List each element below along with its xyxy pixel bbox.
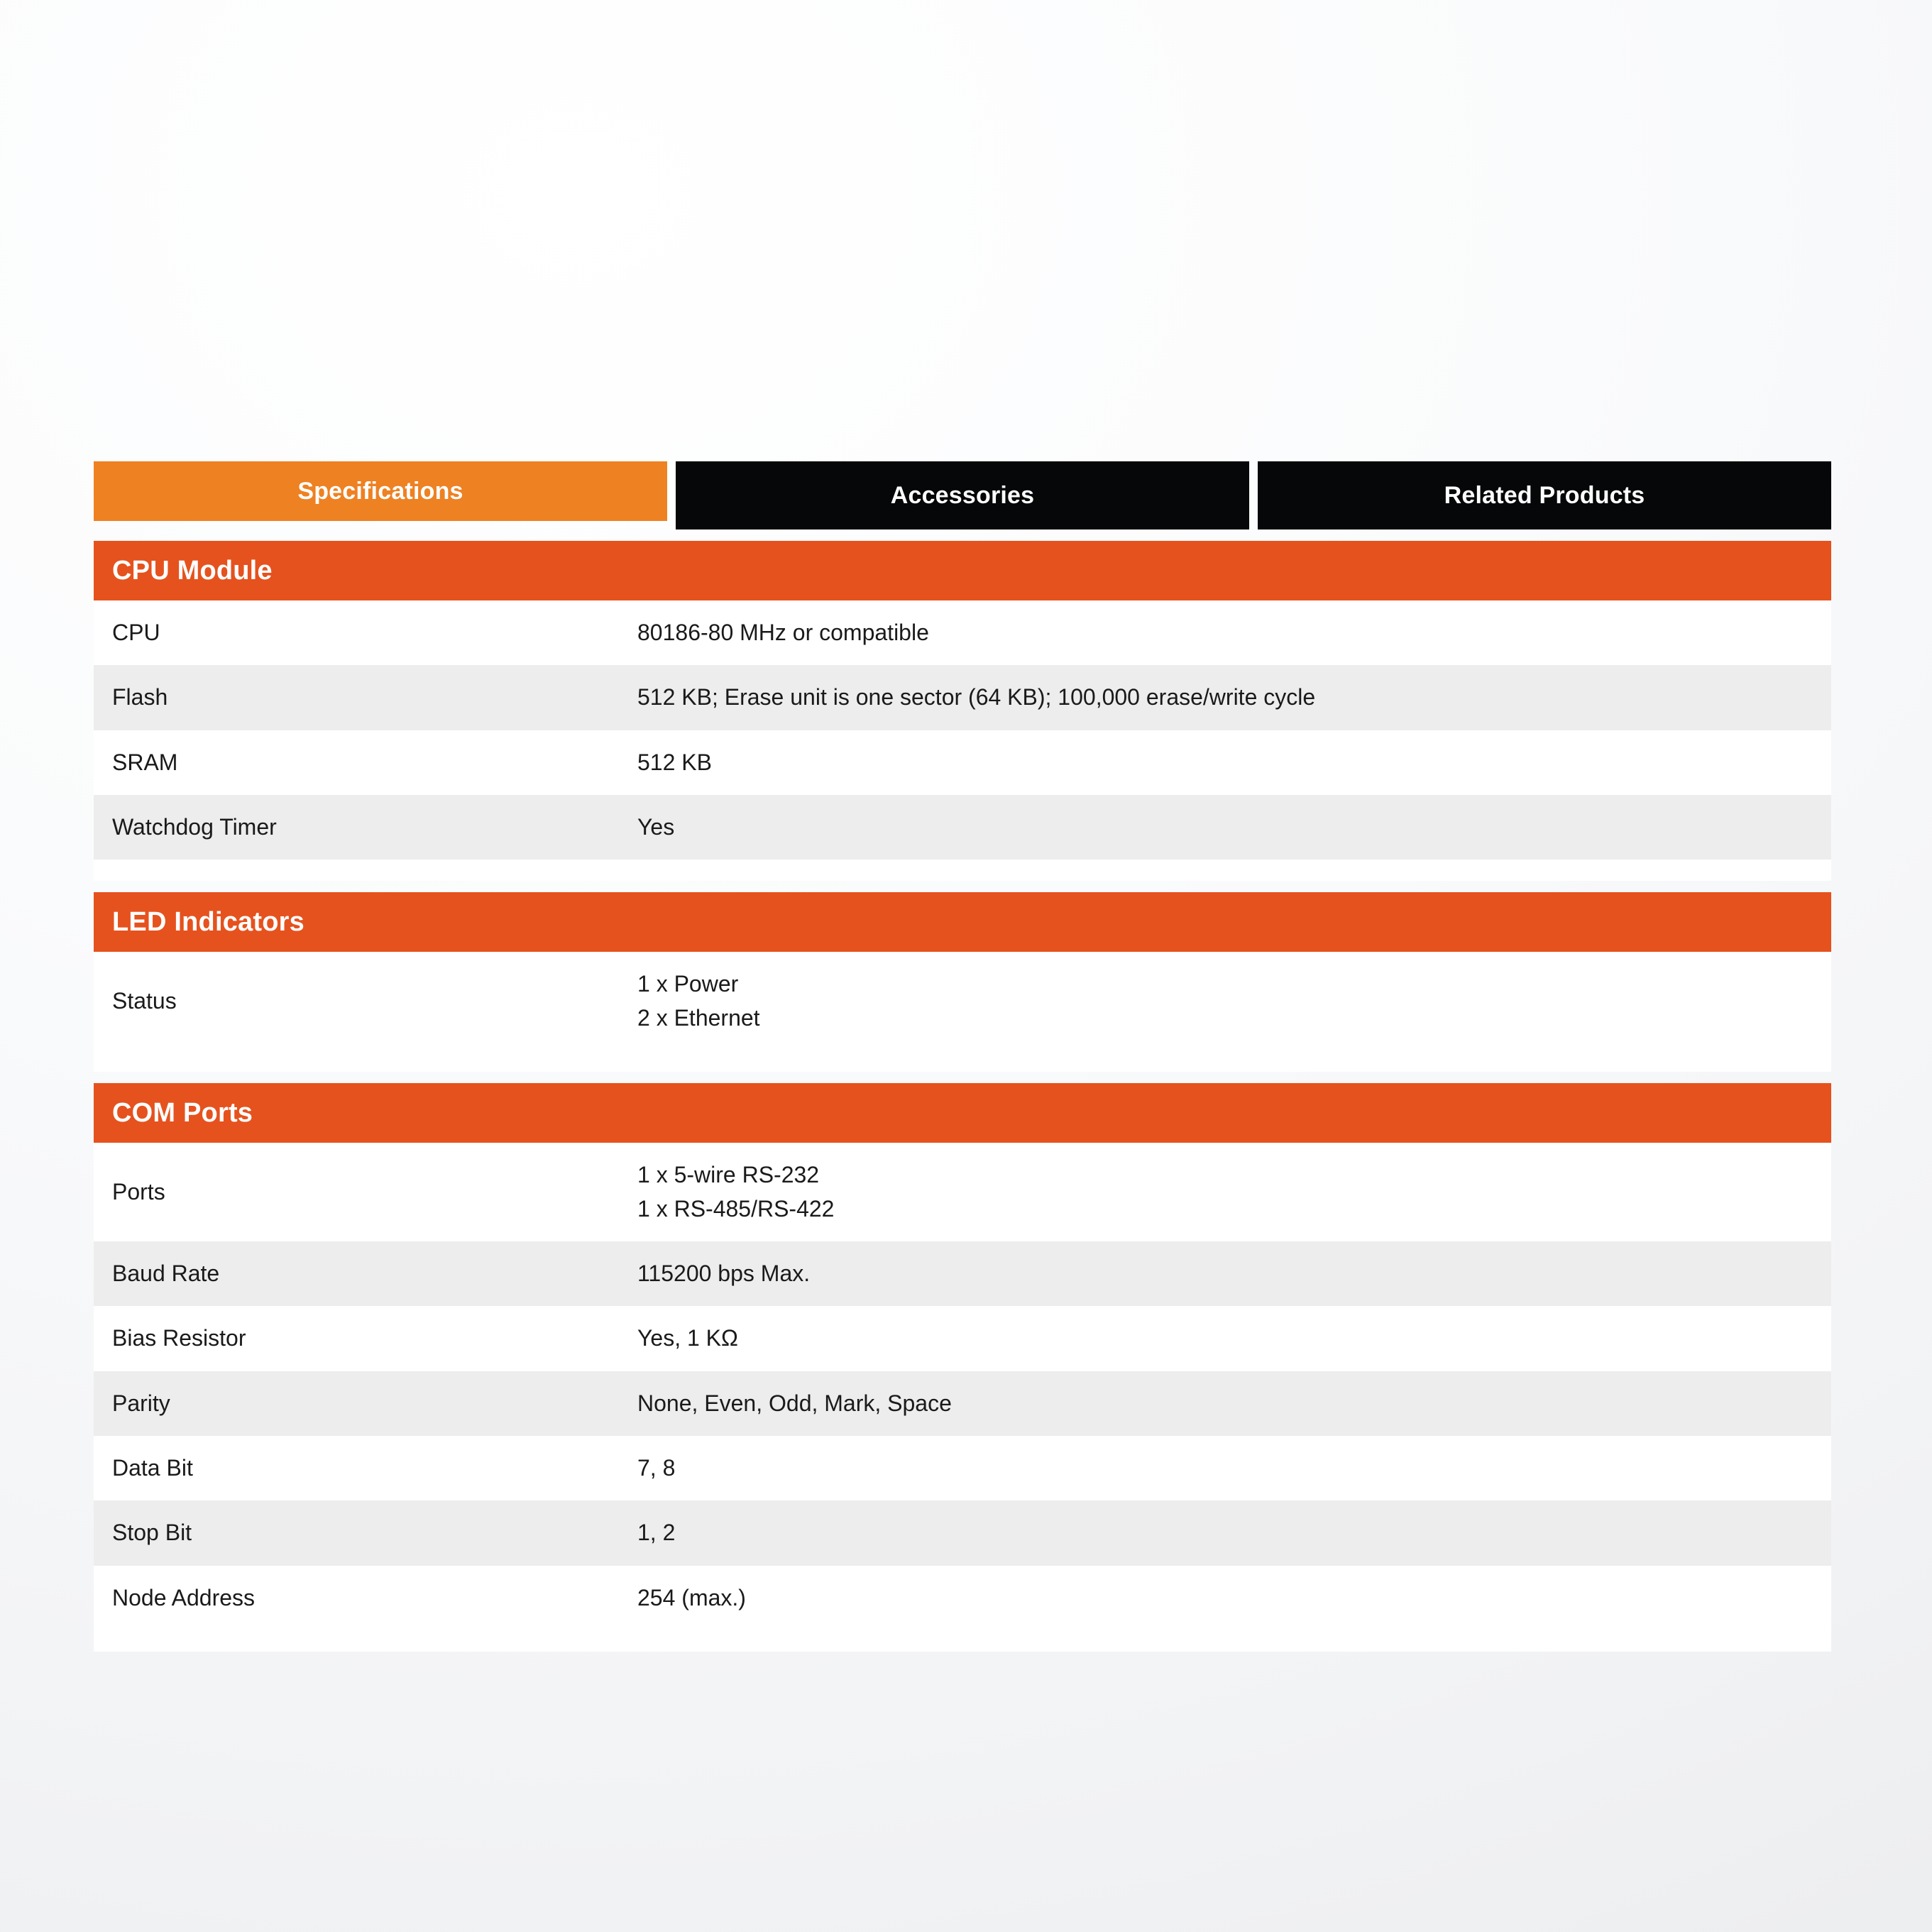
spec-label: SRAM xyxy=(112,749,178,775)
tab-label: Accessories xyxy=(890,481,1035,509)
spec-value-text: 80186-80 MHz or compatible xyxy=(637,620,929,645)
spec-value: Yes xyxy=(619,795,1831,860)
spec-value-text: 512 KB xyxy=(637,749,712,775)
section-header: CPU Module xyxy=(94,541,1831,600)
section-filler xyxy=(94,860,1831,882)
spec-value: 512 KB; Erase unit is one sector (64 KB)… xyxy=(619,665,1831,730)
section-title: COM Ports xyxy=(112,1097,253,1128)
spec-label: Flash xyxy=(112,684,168,710)
spec-table: Ports 1 x 5-wire RS-232 1 x RS-485/RS-422… xyxy=(94,1143,1831,1631)
spec-table: Status 1 x Power 2 x Ethernet xyxy=(94,952,1831,1051)
table-row: Stop Bit 1, 2 xyxy=(94,1500,1831,1566)
table-row: Status 1 x Power 2 x Ethernet xyxy=(94,952,1831,1051)
spec-section: LED Indicators Status 1 x Power 2 x Ethern… xyxy=(94,892,1831,1072)
spec-label: Baud Rate xyxy=(112,1260,220,1286)
spec-label: Bias Resistor xyxy=(112,1325,246,1351)
table-row: SRAM 512 KB xyxy=(94,730,1831,796)
spec-value: 115200 bps Max. xyxy=(619,1241,1831,1306)
section-filler xyxy=(94,1630,1831,1652)
tab-bar: Specifications Accessories Related Product… xyxy=(94,461,1831,529)
table-row: Node Address 254 (max.) xyxy=(94,1565,1831,1631)
spec-value: 1 x 5-wire RS-232 1 x RS-485/RS-422 xyxy=(619,1143,1831,1241)
spec-label: Data Bit xyxy=(112,1454,193,1481)
spec-value-text: 115200 bps Max. xyxy=(637,1260,811,1286)
section-header: LED Indicators xyxy=(94,892,1831,953)
spec-value-text: 1 x 5-wire RS-232 1 x RS-485/RS-422 xyxy=(637,1162,835,1222)
spec-label: Ports xyxy=(112,1178,165,1204)
section-title: CPU Module xyxy=(112,555,273,586)
spec-label: Stop Bit xyxy=(112,1520,192,1546)
table-row: Ports 1 x 5-wire RS-232 1 x RS-485/RS-422 xyxy=(94,1143,1831,1241)
spec-value: Yes, 1 KΩ xyxy=(619,1306,1831,1371)
tab-accessories[interactable]: Accessories xyxy=(676,461,1249,529)
table-row: Watchdog Timer Yes xyxy=(94,795,1831,860)
spec-label: Watchdog Timer xyxy=(112,814,277,840)
spec-value-text: 1 x Power 2 x Ethernet xyxy=(637,971,760,1031)
spec-value: 512 KB xyxy=(619,730,1831,795)
spec-section: COM Ports Ports 1 x 5-wire RS-232 1 x RS-4… xyxy=(94,1083,1831,1652)
spec-value: 1 x Power 2 x Ethernet xyxy=(619,952,1831,1050)
spec-value: None, Even, Odd, Mark, Space xyxy=(619,1371,1831,1436)
table-row: Flash 512 KB; Erase unit is one sector (6… xyxy=(94,665,1831,730)
section-title: LED Indicators xyxy=(112,906,304,937)
table-row: Data Bit 7, 8 xyxy=(94,1435,1831,1501)
spec-sections: CPU Module CPU 80186-80 MHz or compatible F… xyxy=(94,541,1831,1652)
spec-label: Parity xyxy=(112,1390,170,1416)
tab-specifications[interactable]: Specifications xyxy=(94,461,667,521)
spec-value: 1, 2 xyxy=(619,1500,1831,1565)
section-filler xyxy=(94,1050,1831,1072)
spec-value-text: 7, 8 xyxy=(637,1454,676,1481)
spec-table: CPU 80186-80 MHz or compatible Flash 512 KB… xyxy=(94,600,1831,860)
spec-value-text: 512 KB; Erase unit is one sector (64 KB)… xyxy=(637,684,1316,710)
spec-value-text: Yes, 1 KΩ xyxy=(637,1325,738,1351)
spec-value-text: 1, 2 xyxy=(637,1520,676,1546)
spec-value: 7, 8 xyxy=(619,1436,1831,1500)
table-row: Baud Rate 115200 bps Max. xyxy=(94,1241,1831,1307)
spec-label: CPU xyxy=(112,620,160,645)
table-row: Bias Resistor Yes, 1 KΩ xyxy=(94,1306,1831,1371)
product-spec-panel: Specifications Accessories Related Product… xyxy=(94,461,1831,1652)
table-row: Parity None, Even, Odd, Mark, Space xyxy=(94,1371,1831,1436)
tab-label: Related Products xyxy=(1444,481,1645,509)
tab-label: Specifications xyxy=(297,477,463,505)
section-header: COM Ports xyxy=(94,1083,1831,1143)
spec-label: Node Address xyxy=(112,1584,256,1610)
spec-value-text: Yes xyxy=(637,814,675,840)
spec-section: CPU Module CPU 80186-80 MHz or compatible F… xyxy=(94,541,1831,882)
table-row: CPU 80186-80 MHz or compatible xyxy=(94,600,1831,666)
spec-value: 254 (max.) xyxy=(619,1566,1831,1630)
spec-label: Status xyxy=(112,988,177,1014)
spec-value: 80186-80 MHz or compatible xyxy=(619,600,1831,665)
tab-related-products[interactable]: Related Products xyxy=(1258,461,1831,529)
spec-value-text: 254 (max.) xyxy=(637,1584,746,1610)
spec-value-text: None, Even, Odd, Mark, Space xyxy=(637,1390,952,1416)
